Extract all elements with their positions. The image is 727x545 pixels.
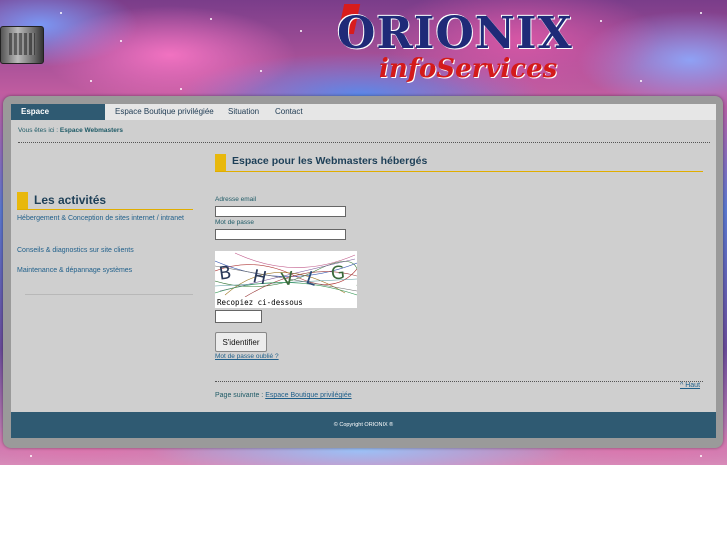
- next-page: Page suivante : Espace Boutique privilég…: [215, 392, 352, 399]
- forgot-password-link[interactable]: Mot de passe oublié ?: [215, 353, 279, 360]
- captcha-image: B H V L G: [215, 251, 357, 297]
- captcha-caption: Recopiez ci-dessous: [215, 297, 357, 308]
- next-page-link[interactable]: Espace Boutique privilégiée: [265, 392, 351, 399]
- heading-marker: [17, 192, 28, 209]
- copyright-text: © Copyright ORIONIX ®: [333, 422, 394, 428]
- content-area: Vous êtes ici : Espace Webmasters Les ac…: [11, 120, 716, 412]
- email-label: Adresse email: [215, 196, 257, 203]
- sidebar-link-maintenance[interactable]: Maintenance & dépannage systèmes: [17, 266, 187, 276]
- sidebar-heading: Les activités: [17, 192, 193, 210]
- svg-text:V: V: [280, 268, 296, 291]
- nav-item-espace-webmasters[interactable]: Espace Webmasters: [11, 104, 105, 132]
- breadcrumb-prefix: Vous êtes ici :: [18, 127, 59, 134]
- nav-item-espace-boutique[interactable]: Espace Boutique privilégiée: [105, 104, 224, 120]
- heading-marker: [215, 154, 226, 171]
- password-field[interactable]: [215, 229, 346, 240]
- breadcrumb: Vous êtes ici : Espace Webmasters: [18, 127, 123, 134]
- next-page-label: Page suivante :: [215, 392, 264, 399]
- nav-item-contact[interactable]: Contact: [265, 104, 313, 120]
- logo-subtitle: infoServices: [379, 54, 558, 84]
- breadcrumb-current: Espace Webmasters: [59, 127, 124, 134]
- divider: [25, 294, 193, 295]
- orionix-logo[interactable]: ORIONIX infoServices: [335, 4, 573, 94]
- page-title-text: Espace pour les Webmasters hébergés: [232, 155, 428, 167]
- page-title: Espace pour les Webmasters hébergés: [215, 154, 703, 172]
- svg-text:B: B: [218, 262, 233, 285]
- main-nav: Espace Webmasters Espace Boutique privil…: [11, 104, 716, 132]
- sidebar-link-hebergement[interactable]: Hébergement & Conception de sites intern…: [17, 214, 187, 224]
- footer: © Copyright ORIONIX ®: [11, 412, 716, 438]
- divider: [215, 381, 703, 382]
- svg-text:G: G: [330, 262, 346, 284]
- nav-item-situation[interactable]: Situation: [218, 104, 269, 120]
- login-button[interactable]: S'identifier: [215, 332, 267, 352]
- divider: [18, 142, 710, 143]
- satellite-image: [0, 26, 44, 64]
- sidebar-link-conseils[interactable]: Conseils & diagnostics sur site clients: [17, 246, 187, 256]
- sidebar-heading-text: Les activités: [34, 193, 107, 207]
- email-field[interactable]: [215, 206, 346, 217]
- logo-title: ORIONIX: [337, 8, 573, 59]
- password-label: Mot de passe: [215, 219, 255, 226]
- captcha-input[interactable]: [215, 310, 262, 323]
- back-to-top-link[interactable]: ^ Haut: [680, 382, 700, 389]
